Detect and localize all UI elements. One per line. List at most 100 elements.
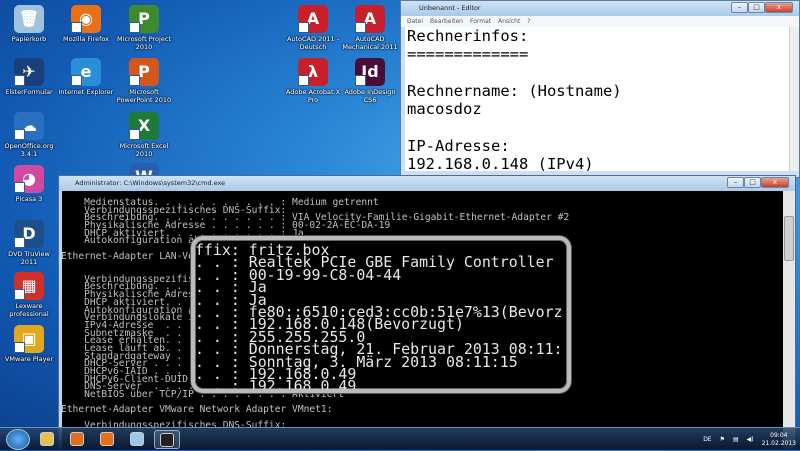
maximize-button[interactable]: □ [748,2,765,13]
taskbar-windows-explorer-button[interactable] [34,430,60,449]
language-indicator[interactable]: DE [703,436,711,443]
app-icon: P [129,58,159,86]
desktop-icon-label: ElsterFormular [5,88,53,96]
desktop-icon-label: Picasa 3 [15,195,43,203]
scrollbar-thumb[interactable] [784,216,794,261]
clock-date: 21.02.2013 [761,439,796,447]
desktop-icon-label: Microsoft Excel 2010 [119,142,169,158]
taskbar-notepad-icon [130,432,144,446]
cmd-title: Administrator: C:\Windows\system32\cmd.e… [75,179,226,187]
console-line: Ethernet-Adapter VMware Network Adapter … [62,404,333,416]
app-icon: ▦ [14,272,44,300]
app-icon: ☁ [14,112,44,140]
desktop-icon-label: Papierkorb [11,35,47,43]
desktop-icon[interactable]: X Microsoft Excel 2010 [115,112,173,158]
text-line: Rechnerinfos: [407,27,529,45]
desktop-icon[interactable]: D DVD TruView 2011 [0,220,58,266]
taskbar-media-player-icon [70,432,84,446]
app-icon: A [355,5,385,33]
desktop-icon-label: Microsoft Project 2010 [117,35,171,51]
taskbar-windows-explorer-icon [40,432,54,446]
cmd-scrollbar[interactable] [783,191,795,449]
menu-item[interactable]: Bearbeiten [430,16,463,27]
close-button[interactable]: x [765,2,793,13]
app-icon: ▣ [14,325,44,353]
text-line [407,64,789,82]
tray-flag-icon[interactable]: ⚑ [720,436,725,443]
close-button[interactable]: x [761,177,789,188]
taskbar-media-player-button[interactable] [64,430,90,449]
desktop-icon-label: DVD TruView 2011 [8,250,50,266]
app-icon: e [71,58,101,86]
magnifier-overlay: uffix: fritz.box . . : Realtek PCIe GBE … [191,236,571,393]
menu-item[interactable]: ? [527,16,530,27]
taskbar: DE ⚑ ▤ ◀) 09:04 21.02.2013 [0,427,800,450]
text-line: IP-Adresse: [407,136,510,155]
notepad-title-bar[interactable]: Unbenannt - Editor – □ x [401,1,799,16]
app-icon: 🗑 [14,5,44,33]
desktop-icon[interactable]: P Microsoft Project 2010 [115,5,173,51]
desktop-icon[interactable]: λ Adobe Acrobat X Pro [284,58,342,104]
text-line: macosdoz [407,100,482,119]
desktop-icon-label: Mozilla Firefox [63,35,109,43]
desktop-icon[interactable]: ☁ OpenOffice.org 3.4.1 [0,112,58,158]
desktop-icon[interactable]: Id Adobe InDesign CS6 [341,58,399,104]
notepad-scrollbar[interactable] [789,27,799,171]
text-line: Rechnername: (Hostname) [407,81,622,100]
app-icon: ◉ [71,5,101,33]
desktop-icon[interactable]: ◉ Mozilla Firefox [57,5,115,43]
minimize-button[interactable]: – [727,177,744,188]
volume-icon[interactable]: ◀) [747,436,754,443]
text-line [407,118,789,136]
taskbar-cmd-icon [160,433,174,447]
notepad-text-area[interactable]: Rechnerinfos: ============= Rechnername: (… [405,27,789,171]
desktop-icon-label: AutoCAD 2011 - Deutsch [286,35,340,51]
desktop-icon[interactable]: ▦ Lexware professional [0,272,58,318]
app-icon: X [129,112,159,140]
desktop-icon-label: Adobe InDesign CS6 [344,88,396,104]
menu-item[interactable]: Format [470,16,491,27]
system-tray: DE ⚑ ▤ ◀) 09:04 21.02.2013 [703,428,796,451]
taskbar-firefox-button[interactable] [94,430,120,449]
desktop-icon-label: Adobe Acrobat X Pro [285,88,341,104]
desktop-icon-label: Microsoft PowerPoint 2010 [116,88,172,104]
desktop-icon-label: Internet Explorer [58,88,114,96]
taskbar-cmd-button[interactable] [154,430,180,449]
desktop-icon-label: AutoCAD Mechanical 2011 [342,35,398,51]
network-icon[interactable]: ▤ [733,436,739,443]
desktop-icon-label: OpenOffice.org 3.4.1 [4,142,54,158]
app-icon: ◕ [14,165,44,193]
app-icon: D [14,220,44,248]
app-icon: Id [355,58,385,86]
notepad-title: Unbenannt - Editor [419,4,481,12]
taskbar-firefox-icon [100,432,114,446]
maximize-button[interactable]: □ [744,177,761,188]
desktop-icon[interactable]: e Internet Explorer [57,58,115,96]
desktop-icon[interactable]: ▣ VMware Player [0,325,58,363]
clock-time: 09:04 [770,431,788,439]
notepad-menu-bar: Datei Bearbeiten Format Ansicht? [401,16,799,27]
app-icon: λ [298,58,328,86]
desktop-icon-label: Lexware professional [9,302,49,318]
app-icon: A [298,5,328,33]
text-line: 192.168.0.148 (IPv4) [407,155,594,171]
text-line: ============= [407,45,529,64]
desktop-icon[interactable]: A AutoCAD 2011 - Deutsch [284,5,342,51]
desktop-icon[interactable]: P Microsoft PowerPoint 2010 [115,58,173,104]
menu-item[interactable]: Ansicht [498,16,520,27]
start-button[interactable] [6,429,30,450]
desktop-icon[interactable]: A AutoCAD Mechanical 2011 [341,5,399,51]
desktop-icon[interactable]: ✈ ElsterFormular [0,58,58,96]
desktop-icon[interactable]: ◕ Picasa 3 [0,165,58,203]
taskbar-notepad-button[interactable] [124,430,150,449]
notepad-window[interactable]: Unbenannt - Editor – □ x Datei Bearbeiten… [400,0,800,178]
cmd-title-bar[interactable]: Administrator: C:\Windows\system32\cmd.e… [59,176,795,191]
minimize-button[interactable]: – [731,2,748,13]
magnified-line: . . : 192.168.0.49 [191,377,357,393]
app-icon: ✈ [14,58,44,86]
desktop-icon[interactable]: 🗑 Papierkorb [0,5,58,43]
menu-item[interactable]: Datei [407,16,423,27]
app-icon: P [129,5,159,33]
desktop-icon-label: VMware Player [4,355,54,363]
clock[interactable]: 09:04 21.02.2013 [762,432,796,448]
